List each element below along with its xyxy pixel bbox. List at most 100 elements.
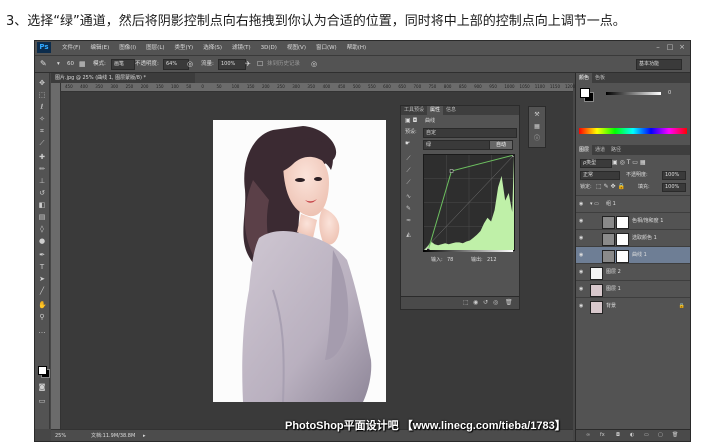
document-tab[interactable]: 图片.jpg @ 25% (曲线 1, 图层蒙版/8) * xyxy=(51,73,195,83)
panel-tab[interactable]: 图层 xyxy=(576,145,593,155)
maximize-icon[interactable]: □ xyxy=(666,43,674,51)
curve-control-point[interactable] xyxy=(449,169,454,173)
eye-icon[interactable]: ◉ xyxy=(579,235,585,241)
status-arrow-icon[interactable]: ▸ xyxy=(143,432,146,440)
pencil-curve-icon[interactable]: ✎ xyxy=(404,204,413,213)
new-layer-icon[interactable]: ▢ xyxy=(658,432,663,438)
pressure-size-icon[interactable]: ◎ xyxy=(311,59,317,69)
mode-select[interactable]: 画笔 xyxy=(111,59,135,70)
info-icon[interactable]: ⓘ xyxy=(533,135,541,143)
eraser-tool-icon[interactable]: ◧ xyxy=(38,201,46,209)
gray-point-eyedropper-icon[interactable]: ⟋ xyxy=(404,166,413,175)
new-adjustment-icon[interactable]: ◐ xyxy=(630,432,634,438)
quick-select-tool-icon[interactable]: ✧ xyxy=(38,115,46,123)
panel-tab[interactable]: 通道 xyxy=(592,145,608,155)
adjustments-icon[interactable]: ▦ xyxy=(533,123,541,131)
mask-thumb[interactable] xyxy=(616,250,629,263)
new-group-icon[interactable]: ▭ xyxy=(644,432,649,438)
layer-row[interactable]: ◉ 选取颜色 1 xyxy=(576,229,690,247)
menu-item[interactable]: 图像(I) xyxy=(114,41,141,55)
layer-row[interactable]: ◉ 图层 1 xyxy=(576,280,690,298)
hand-tool-icon[interactable]: ✋ xyxy=(38,301,47,309)
menu-item[interactable]: 类型(Y) xyxy=(170,41,199,55)
flow-input[interactable]: 100% xyxy=(218,59,246,70)
layer-row[interactable]: ◉ 曲线 1 xyxy=(576,246,690,264)
output-value[interactable]: 212 xyxy=(487,256,497,264)
channel-select[interactable]: 绿 xyxy=(423,140,491,150)
curve-control-point[interactable] xyxy=(512,155,515,157)
smooth-curve-icon[interactable]: ≈ xyxy=(404,216,413,225)
input-value[interactable]: 78 xyxy=(447,256,453,264)
stamp-tool-icon[interactable]: ⊥ xyxy=(38,177,46,185)
clipping-warning-icon[interactable]: ◭ xyxy=(404,230,413,239)
crop-tool-icon[interactable]: ⌗ xyxy=(38,127,46,135)
dodge-tool-icon[interactable]: ● xyxy=(38,237,46,245)
fx-icon[interactable]: fx xyxy=(600,432,605,438)
close-icon[interactable]: × xyxy=(678,43,686,51)
lasso-tool-icon[interactable]: ℓ xyxy=(38,103,46,111)
move-tool-icon[interactable]: ✥ xyxy=(38,79,46,87)
brush-size-dropdown[interactable]: ▾ xyxy=(57,59,60,69)
layer-name[interactable]: 图层 1 xyxy=(606,286,621,293)
color-slider-value[interactable]: 0 xyxy=(668,89,671,97)
folder-icon[interactable]: ▾ ▭ xyxy=(590,201,599,208)
eraser-tool-icon[interactable]: ✎ xyxy=(40,59,47,69)
preset-select[interactable]: 自定 xyxy=(423,128,517,138)
layer-row[interactable]: ◉ 色相/饱和度 1 xyxy=(576,212,690,230)
reset-icon[interactable]: ↺ xyxy=(483,299,488,306)
mask-thumb[interactable] xyxy=(616,233,629,246)
pen-tool-icon[interactable]: ✒ xyxy=(38,251,46,259)
airbrush-icon[interactable]: ✈ xyxy=(245,59,251,69)
minimize-icon[interactable]: – xyxy=(654,43,662,51)
history-brush-tool-icon[interactable]: ↺ xyxy=(38,189,46,197)
layer-name[interactable]: 曲线 1 xyxy=(632,252,647,259)
lock-icons[interactable]: ⬚ ✎ ✥ 🔒 xyxy=(596,183,625,191)
eye-icon[interactable]: ◉ xyxy=(579,286,585,292)
curve-edit-icon[interactable]: ∿ xyxy=(404,192,413,201)
layer-row[interactable]: ◉ 图层 2 xyxy=(576,263,690,281)
delete-adjustment-icon[interactable]: 🗑 xyxy=(505,299,513,306)
workspace-select[interactable]: 基本功能 xyxy=(636,59,682,70)
hand-adjust-icon[interactable]: ☛ xyxy=(405,140,410,148)
brush-tool-icon[interactable]: ✏ xyxy=(38,165,46,173)
panel-tab[interactable]: 色板 xyxy=(592,73,608,83)
screen-mode-icon[interactable]: ▭ xyxy=(38,397,46,405)
panel-tab[interactable]: 颜色 xyxy=(576,73,593,83)
eye-icon[interactable]: ◉ xyxy=(579,269,585,275)
menu-item[interactable]: 图层(L) xyxy=(141,41,169,55)
layer-kind-filter[interactable]: ρ类型 xyxy=(580,159,612,168)
layer-filter-icons[interactable]: ▣ ◎ T ▭ ▦ xyxy=(612,159,646,167)
curves-graph[interactable] xyxy=(423,154,515,251)
gradient-tool-icon[interactable]: ▤ xyxy=(38,213,46,221)
menu-item[interactable]: 滤镜(T) xyxy=(227,41,256,55)
add-mask-icon[interactable]: ◘ xyxy=(616,432,620,438)
link-layers-icon[interactable]: ∞ xyxy=(586,432,590,438)
white-point-eyedropper-icon[interactable]: ⟋ xyxy=(404,178,413,187)
delete-layer-icon[interactable]: 🗑 xyxy=(672,432,678,438)
layer-name[interactable]: 组 1 xyxy=(606,201,616,208)
tool-presets-icon[interactable]: ⚒ xyxy=(533,111,541,119)
properties-tab[interactable]: 信息 xyxy=(443,106,459,115)
menu-item[interactable]: 帮助(H) xyxy=(342,41,371,55)
history-checkbox[interactable]: ☐ xyxy=(257,59,263,69)
menu-item[interactable]: 3D(D) xyxy=(256,41,282,55)
layer-row[interactable]: ◉ 背景 🔒 xyxy=(576,297,690,315)
path-select-tool-icon[interactable]: ➤ xyxy=(38,275,46,283)
color-spectrum[interactable] xyxy=(579,128,687,134)
menu-item[interactable]: 选择(S) xyxy=(198,41,227,55)
mask-thumb[interactable] xyxy=(616,216,629,229)
eye-icon[interactable]: ◉ xyxy=(579,252,585,258)
menu-item[interactable]: 窗口(W) xyxy=(311,41,342,55)
clip-to-layer-icon[interactable]: ⬚ xyxy=(463,299,469,306)
view-previous-icon[interactable]: ◉ xyxy=(473,299,478,306)
color-slider[interactable] xyxy=(606,92,661,95)
properties-tab[interactable]: 工具预设 xyxy=(401,106,427,115)
zoom-tool-icon[interactable]: ⚲ xyxy=(38,313,46,321)
layer-name[interactable]: 色相/饱和度 1 xyxy=(632,218,663,225)
zoom-level[interactable]: 25% xyxy=(55,432,66,440)
panel-tab[interactable]: 路径 xyxy=(608,145,624,155)
auto-button[interactable]: 自动 xyxy=(489,140,513,150)
eye-icon[interactable]: ◉ xyxy=(579,218,585,224)
healing-tool-icon[interactable]: ✚ xyxy=(38,153,46,161)
properties-tab[interactable]: 属性 xyxy=(427,106,444,115)
